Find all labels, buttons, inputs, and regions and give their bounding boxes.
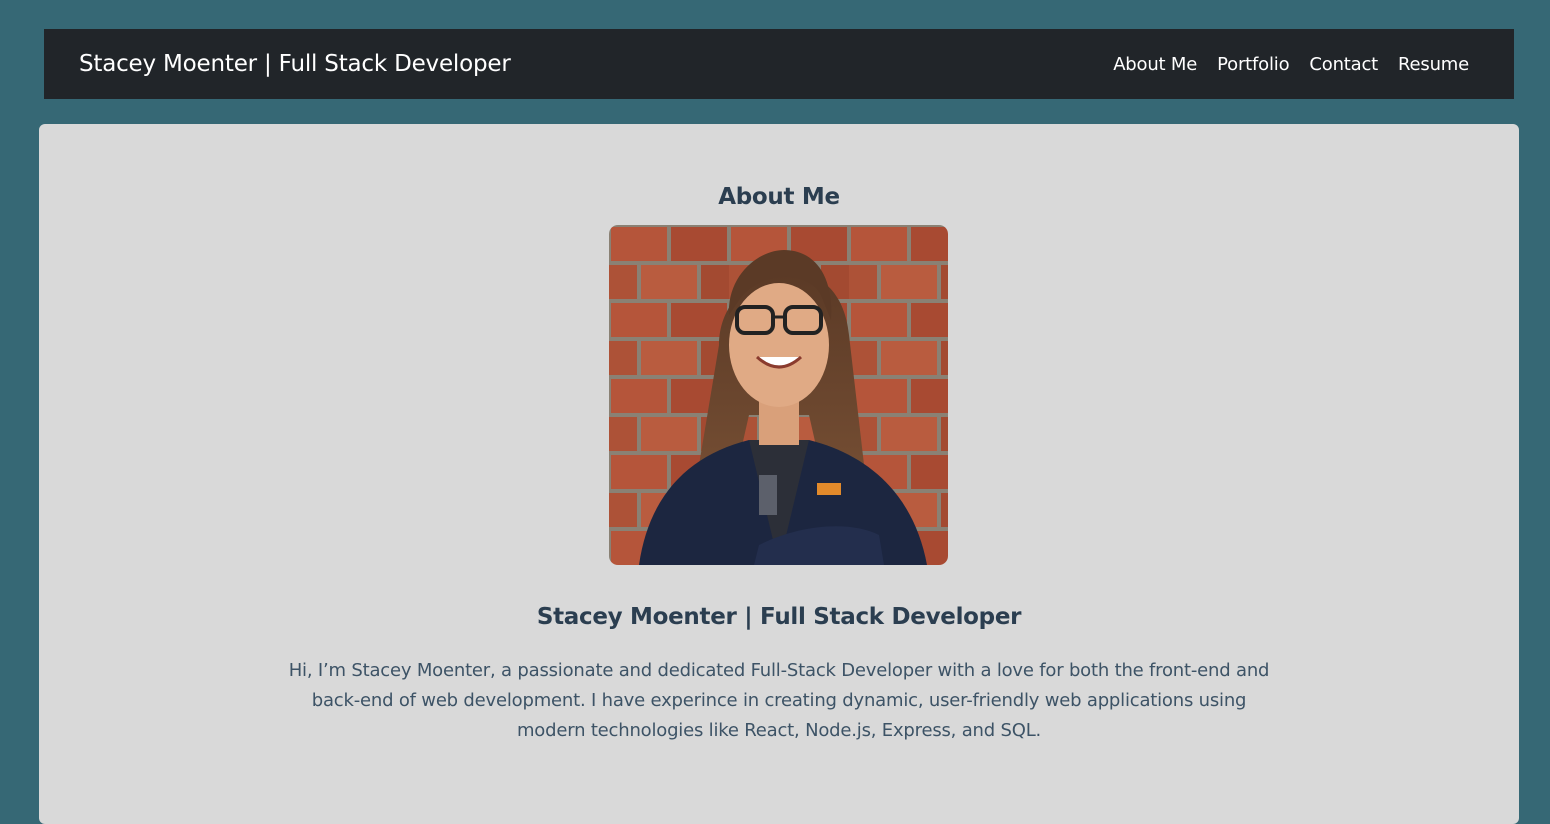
section-title: About Me	[718, 184, 840, 210]
bio-paragraph: Hi, I’m Stacey Moenter, a passionate and…	[288, 660, 1270, 741]
nav-link-portfolio[interactable]: Portfolio	[1217, 54, 1289, 75]
navbar: Stacey Moenter | Full Stack Developer Ab…	[44, 29, 1514, 99]
nav-links: About Me Portfolio Contact Resume	[1113, 54, 1469, 75]
nav-link-about-me[interactable]: About Me	[1113, 54, 1197, 75]
profile-photo	[609, 225, 948, 565]
about-card: About Me Stacey Moenter | Full Stack Dev…	[39, 124, 1519, 824]
name-heading: Stacey Moenter | Full Stack Developer	[536, 604, 1022, 630]
brand-link[interactable]: Stacey Moenter | Full Stack Developer	[79, 51, 511, 77]
nav-link-resume[interactable]: Resume	[1398, 54, 1469, 75]
nav-link-contact[interactable]: Contact	[1309, 54, 1378, 75]
